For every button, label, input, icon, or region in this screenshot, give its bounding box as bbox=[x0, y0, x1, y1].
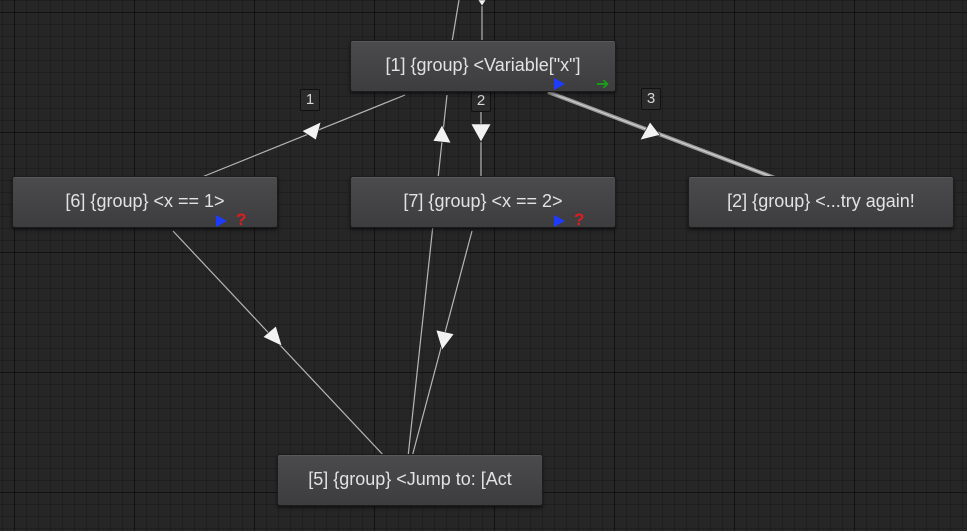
arrowhead-1-to-6 bbox=[301, 121, 322, 141]
play-icon[interactable] bbox=[554, 215, 565, 227]
node-7-condition[interactable]: [7] {group} <x == 2> ? bbox=[350, 176, 616, 228]
node-5-jump[interactable]: [5] {group} <Jump to: [Act bbox=[277, 454, 543, 506]
arrowhead-7-to-5 bbox=[435, 329, 455, 351]
node-title: [5] {group} <Jump to: [Act bbox=[308, 469, 512, 489]
branch-label-2: 2 bbox=[471, 90, 491, 112]
play-icon[interactable] bbox=[216, 215, 227, 227]
node-2-try-again[interactable]: [2] {group} <...try again! bbox=[688, 176, 954, 228]
arrowhead-5-to-1 bbox=[432, 124, 452, 144]
arrowhead-top-incoming bbox=[477, 0, 487, 7]
node-6-condition[interactable]: [6] {group} <x == 1> ? bbox=[12, 176, 278, 228]
node-title: [6] {group} <x == 1> bbox=[65, 191, 225, 211]
question-icon[interactable]: ? bbox=[236, 211, 246, 228]
arrowhead-6-to-5 bbox=[262, 325, 283, 347]
branch-label-3: 3 bbox=[641, 88, 661, 110]
branch-label-3-text: 3 bbox=[646, 90, 656, 107]
question-icon[interactable]: ? bbox=[574, 211, 584, 228]
node-title: [7] {group} <x == 2> bbox=[403, 191, 563, 211]
connection-5-to-1[interactable] bbox=[407, 94, 448, 458]
node-1-variable[interactable]: [1] {group} <Variable["x"] ➔ bbox=[350, 40, 616, 93]
play-icon[interactable] bbox=[554, 78, 565, 90]
branch-label-1: 1 bbox=[300, 89, 320, 111]
arrowhead-1-to-2 bbox=[639, 121, 661, 141]
green-arrow-icon[interactable]: ➔ bbox=[596, 77, 609, 93]
graph-canvas[interactable]: 1 2 3 [1] {group} <Variable["x"] ➔ [6] {… bbox=[0, 0, 967, 531]
node-title: [2] {group} <...try again! bbox=[727, 191, 915, 211]
node-title: [1] {group} <Variable["x"] bbox=[385, 55, 581, 75]
arrowhead-1-to-7 bbox=[470, 123, 492, 143]
connection-top-incoming-a bbox=[451, 0, 460, 43]
connection-1-to-2-highlight bbox=[547, 91, 776, 179]
branch-label-2-text: 2 bbox=[476, 92, 486, 109]
branch-label-1-text: 1 bbox=[305, 91, 315, 108]
